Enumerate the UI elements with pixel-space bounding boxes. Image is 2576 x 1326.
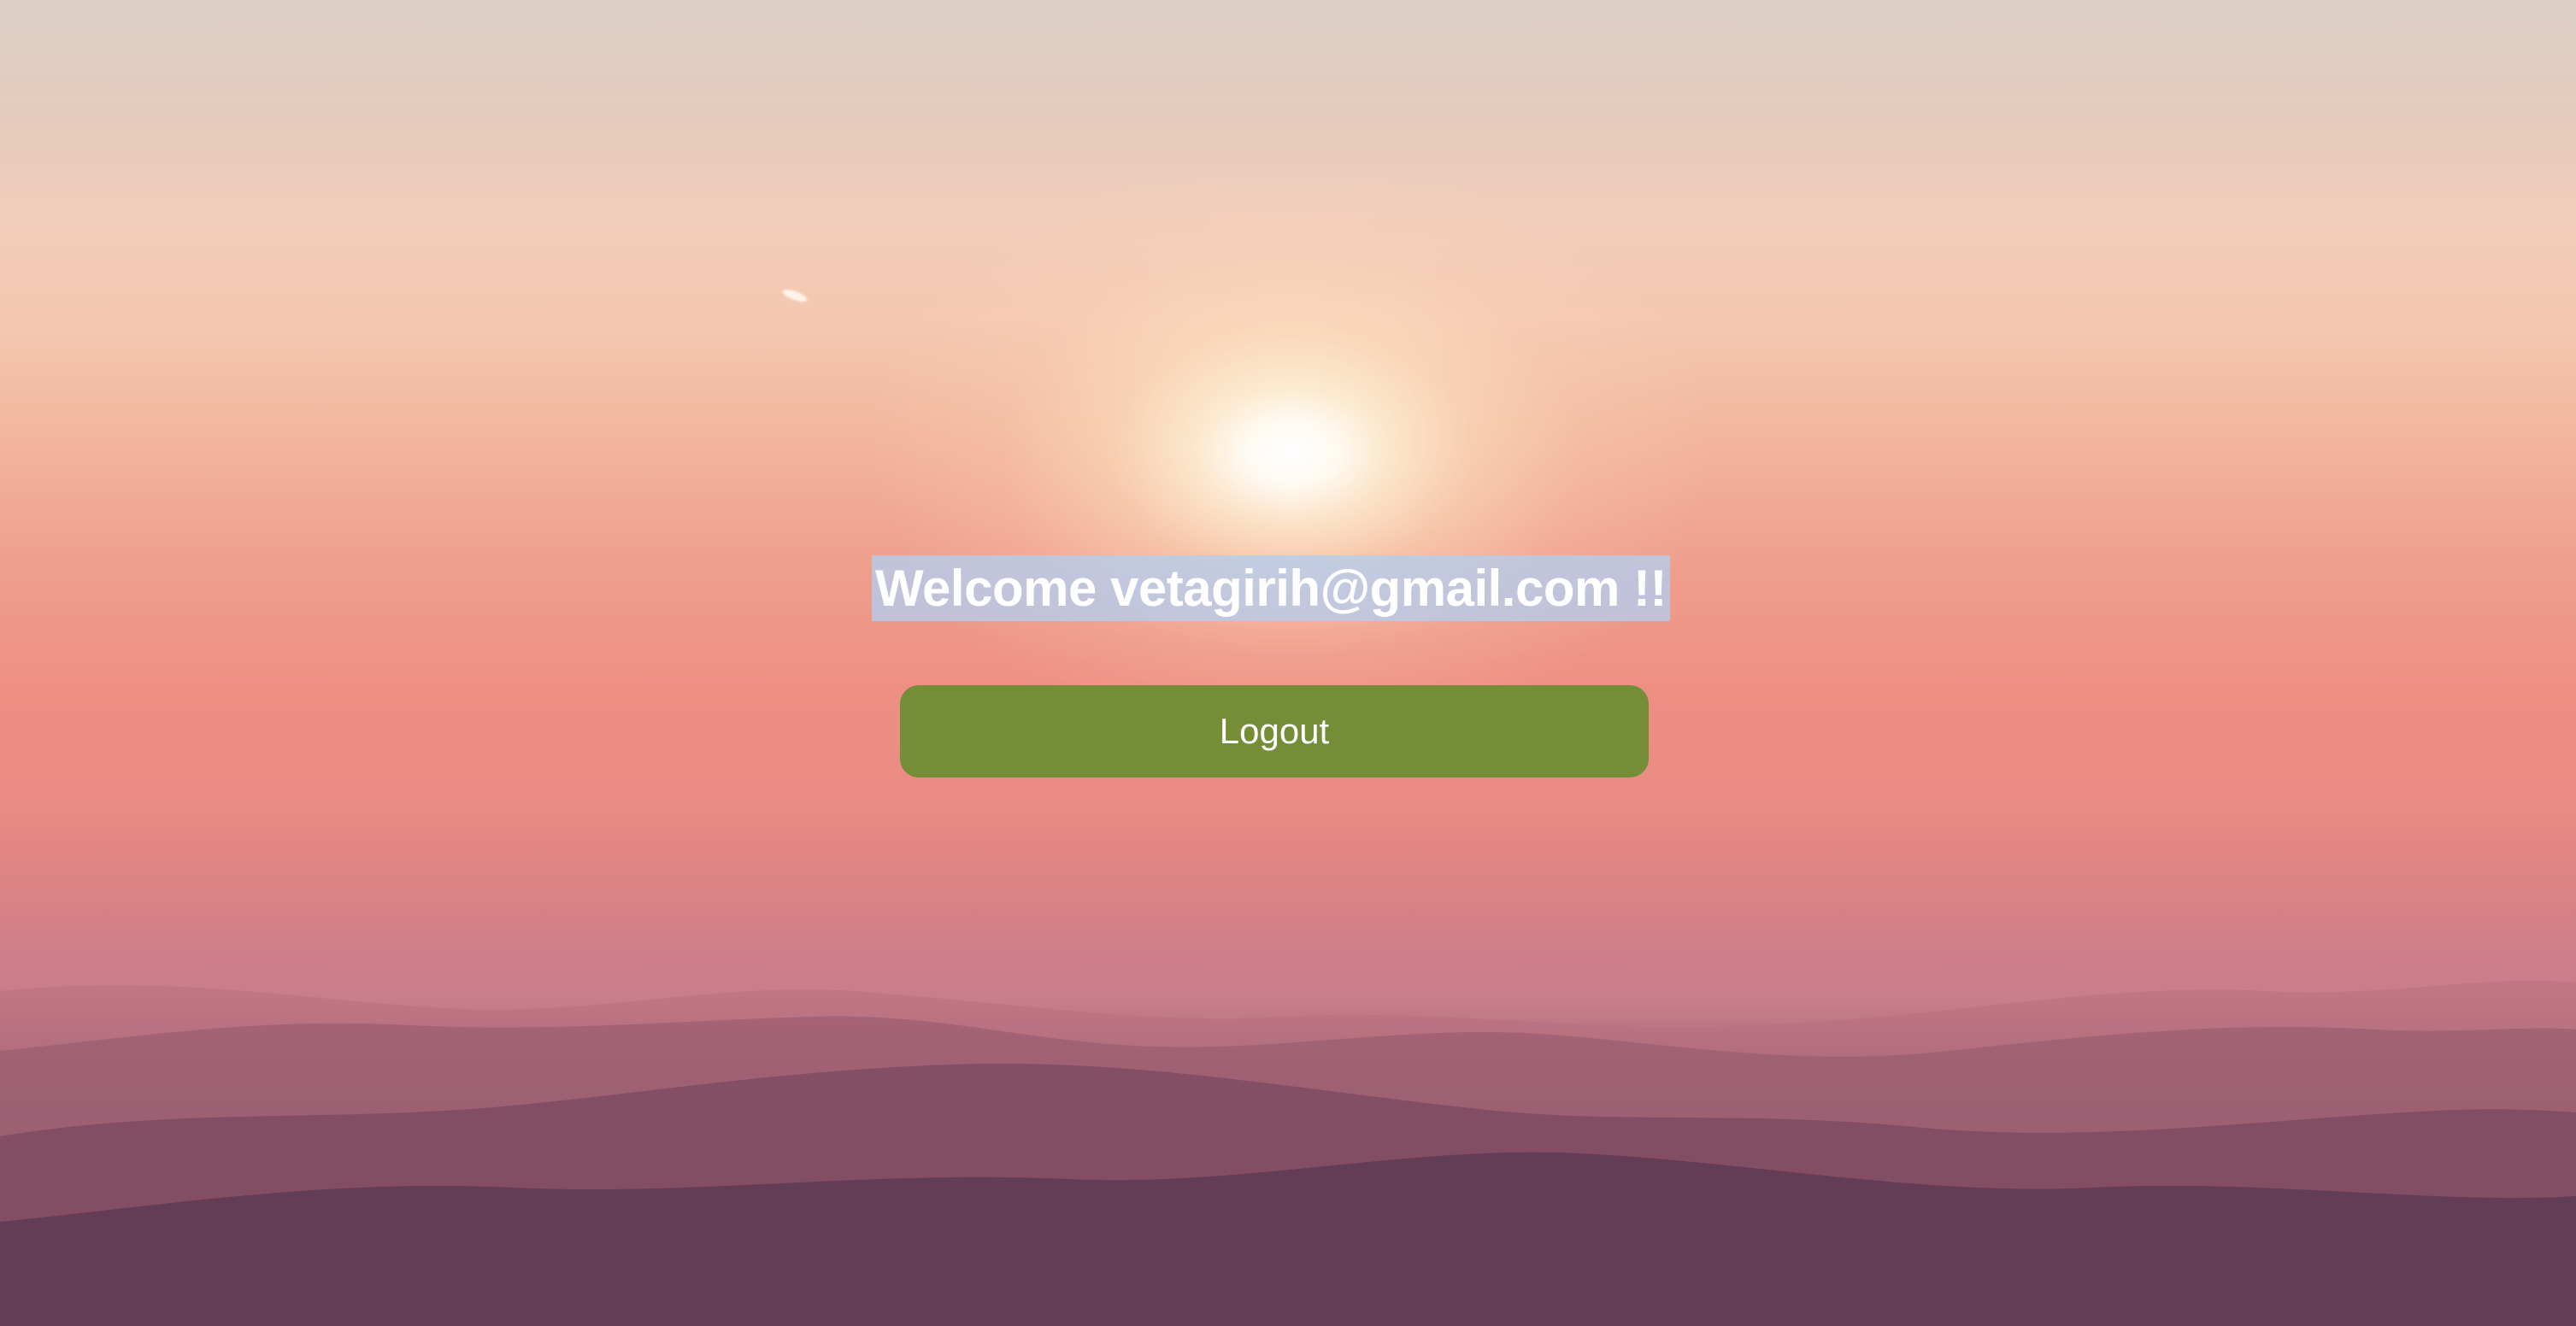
logout-button[interactable]: Logout <box>900 685 1649 777</box>
mountain-ridges <box>0 980 2576 1326</box>
welcome-message: Welcome vetagirih@gmail.com !! <box>872 555 1670 621</box>
sunset-background <box>0 0 2576 1326</box>
